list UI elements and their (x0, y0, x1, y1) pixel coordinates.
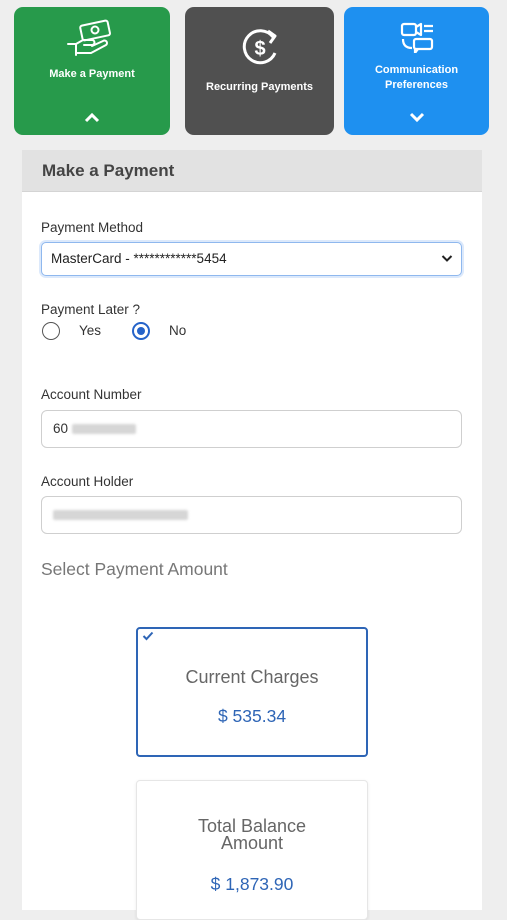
checkmark-icon (142, 631, 154, 641)
tile-label-line1: Communication (374, 64, 459, 76)
amount-option-value: $ 1,873.90 (210, 874, 294, 894)
chevron-down-icon (409, 112, 424, 123)
tile-label-line2: Preferences (385, 79, 448, 91)
recurring-dollar-icon: $ (242, 29, 276, 65)
radio-no-label: No (169, 323, 187, 338)
amount-option-title-line2: Amount (220, 833, 284, 853)
payment-later-label: Payment Later ? (41, 302, 141, 317)
chat-icon (400, 22, 433, 53)
payment-method-select[interactable]: MasterCard - ************5454 (41, 242, 462, 276)
account-holder-field[interactable] (41, 496, 462, 534)
redacted-text (71, 424, 136, 435)
tile-recurring-payments[interactable]: $ Recurring Payments (185, 7, 334, 135)
radio-yes-label: Yes (79, 323, 102, 338)
radio-no[interactable] (132, 322, 150, 340)
redacted-text (53, 510, 188, 521)
chevron-down-icon (441, 255, 453, 262)
amount-option-title: Current Charges (185, 667, 319, 687)
hand-money-icon (67, 19, 111, 56)
svg-text:$: $ (254, 38, 265, 60)
select-payment-amount-heading: Select Payment Amount (41, 559, 228, 579)
account-holder-label: Account Holder (41, 474, 134, 489)
payment-method-value: MasterCard - ************5454 (51, 251, 227, 266)
amount-option-total-balance[interactable]: Total Balance Amount $ 1,873.90 (136, 780, 368, 920)
tile-communication-preferences[interactable]: Communication Preferences (344, 7, 489, 135)
amount-option-current-charges[interactable]: Current Charges $ 535.34 (136, 627, 368, 757)
tile-label: Recurring Payments (206, 81, 313, 93)
payment-method-label: Payment Method (41, 220, 144, 235)
payment-form-card: Make a Payment Payment Method MasterCard… (22, 150, 482, 920)
amount-option-value: $ 535.34 (217, 706, 287, 726)
chevron-up-icon (84, 112, 100, 123)
section-title: Make a Payment (22, 150, 482, 192)
tile-make-a-payment[interactable]: Make a Payment (14, 7, 170, 135)
tile-label: Make a Payment (49, 68, 135, 80)
account-number-field[interactable]: 60 (41, 410, 462, 448)
radio-yes[interactable] (42, 322, 60, 340)
account-number-label: Account Number (41, 387, 142, 402)
account-number-value: 60 (53, 421, 69, 436)
